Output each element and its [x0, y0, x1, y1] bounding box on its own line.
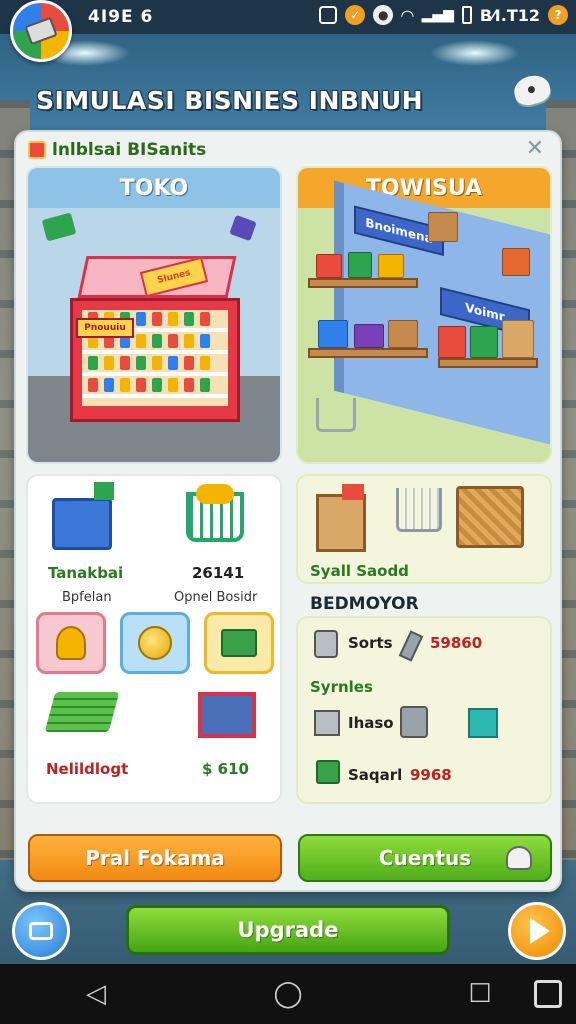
stat-sublabel: Opnel Bosidr — [174, 590, 258, 605]
camera-button[interactable] — [12, 902, 70, 960]
row-value: 9968 — [410, 766, 452, 784]
product-box — [316, 254, 342, 278]
product-box — [470, 326, 498, 358]
stat-sublabel: Bpfelan — [62, 590, 112, 605]
recents-button[interactable]: ☐ — [455, 979, 505, 1009]
camera-icon — [29, 922, 53, 940]
bell-icon — [56, 626, 86, 660]
battery-icon — [461, 6, 472, 24]
coin-icon — [138, 626, 172, 660]
app-logo-icon[interactable] — [10, 0, 72, 62]
shelf-unit — [308, 348, 428, 358]
store-icon[interactable] — [534, 980, 562, 1008]
warehouse-card[interactable]: TOWISUA Bnoimena Voimr — [296, 166, 552, 464]
product-box — [502, 248, 530, 276]
toko-scene: Slunes Pnouuiu — [28, 208, 280, 462]
shop-building-icon — [52, 498, 112, 550]
produce-icon — [196, 484, 234, 504]
product-box — [318, 320, 348, 348]
orange-action-button[interactable]: Pral Fokama — [28, 834, 282, 882]
cart-icon — [396, 488, 442, 532]
product-box — [378, 254, 404, 278]
product-box — [388, 320, 418, 348]
product-box — [348, 252, 372, 278]
row-label: Syrnles — [310, 678, 373, 696]
stat-label: Tanakbai — [48, 564, 124, 582]
money-stack-icon — [221, 629, 257, 657]
row-value: 59860 — [430, 634, 483, 652]
stats-card-right-top: Syall Saodd — [296, 474, 552, 584]
ceiling-light — [430, 40, 520, 66]
flag-icon — [41, 212, 77, 242]
shelf-unit — [438, 358, 538, 368]
stat-value: $ 610 — [202, 760, 249, 778]
game-title: SIMULASI BISNIES INBNUH — [36, 86, 424, 115]
green-action-button[interactable]: Cuentus — [298, 834, 552, 882]
section-title: BEDMOYOR — [310, 594, 419, 614]
warehouse-scene: Bnoimena Voimr — [298, 180, 550, 462]
status-bar: 4I9E 6 ✓ ● ◠ ▂▄▆ B⁄I.T12 ? — [0, 0, 576, 34]
panel-header: lnlblsai BISanits — [28, 140, 206, 160]
metal-box-icon — [314, 710, 340, 736]
bell-icon — [506, 846, 532, 870]
toko-card[interactable]: TOKO Slunes Pnouuiu — [26, 166, 282, 464]
home-button[interactable]: ◯ — [263, 979, 313, 1009]
flag-icon — [229, 214, 257, 242]
panel-title: lnlblsai BISanits — [52, 140, 207, 160]
teal-box-icon — [468, 708, 498, 738]
upgrade-tile-bell[interactable] — [36, 612, 106, 674]
cash-register-icon — [316, 760, 340, 784]
toko-card-title: TOKO — [28, 168, 280, 208]
orange-action-label: Pral Fokama — [85, 846, 225, 870]
navigation-bar: ◁ ◯ ☐ — [0, 964, 576, 1024]
upgrade-button[interactable]: Upgrade — [126, 905, 450, 955]
back-button[interactable]: ◁ — [71, 979, 121, 1009]
business-panel: lnlblsai BISanits ✕ TOKO Slunes Pnouuiu — [14, 130, 562, 892]
status-clock: 4I9E 6 — [88, 7, 154, 27]
crate-icon — [198, 692, 256, 738]
play-button[interactable] — [508, 902, 566, 960]
stat-value: 26141 — [192, 564, 245, 582]
play-icon — [530, 918, 550, 944]
stall-label: Pnouuiu — [76, 318, 134, 338]
flag-icon — [342, 484, 364, 500]
green-action-label: Cuentus — [378, 846, 472, 870]
row-label: Saqarl — [348, 766, 403, 784]
panel-badge-icon — [28, 141, 46, 159]
flag-icon — [94, 482, 114, 500]
stats-card-left: Tanakbai Bpfelan 26141 Opnel Bosidr Neli… — [26, 474, 282, 804]
package-icon — [316, 494, 366, 552]
stat-label: Syall Saodd — [310, 562, 409, 580]
close-button[interactable]: ✕ — [526, 138, 544, 160]
record-icon: ● — [373, 5, 394, 25]
product-box — [438, 326, 466, 358]
shopping-cart-icon — [316, 398, 356, 432]
help-icon: ? — [548, 5, 568, 25]
tool-icon — [398, 630, 424, 662]
pot-icon — [314, 630, 338, 658]
upgrade-tile-money[interactable] — [204, 612, 274, 674]
shelf-unit — [308, 278, 418, 288]
product-box — [428, 212, 458, 242]
row-label: Sorts — [348, 634, 393, 652]
upgrade-tile-coin[interactable] — [120, 612, 190, 674]
upgrade-button-label: Upgrade — [237, 918, 339, 942]
stats-card-right-bottom: Sorts 59860 Syrnles Ihaso Saqarl 9968 — [296, 616, 552, 804]
signal-icon: ▂▄▆ — [421, 7, 454, 23]
sim-icon — [319, 6, 338, 24]
row-label: Ihaso — [348, 714, 394, 732]
shop-stall: Slunes Pnouuiu — [62, 256, 242, 436]
status-icons: ✓ ● ◠ ▂▄▆ B⁄I.T12 ? — [319, 5, 568, 25]
machine-icon — [400, 706, 428, 738]
stat-label: Nelildlogt — [46, 760, 129, 778]
cash-stack-icon — [44, 692, 120, 732]
product-box — [354, 324, 384, 348]
alert-icon: ✓ — [345, 5, 366, 25]
product-box — [502, 320, 534, 358]
wicker-basket-icon — [456, 486, 524, 548]
wifi-icon: ◠ — [401, 5, 414, 25]
status-text: B⁄I.T12 — [479, 5, 540, 25]
